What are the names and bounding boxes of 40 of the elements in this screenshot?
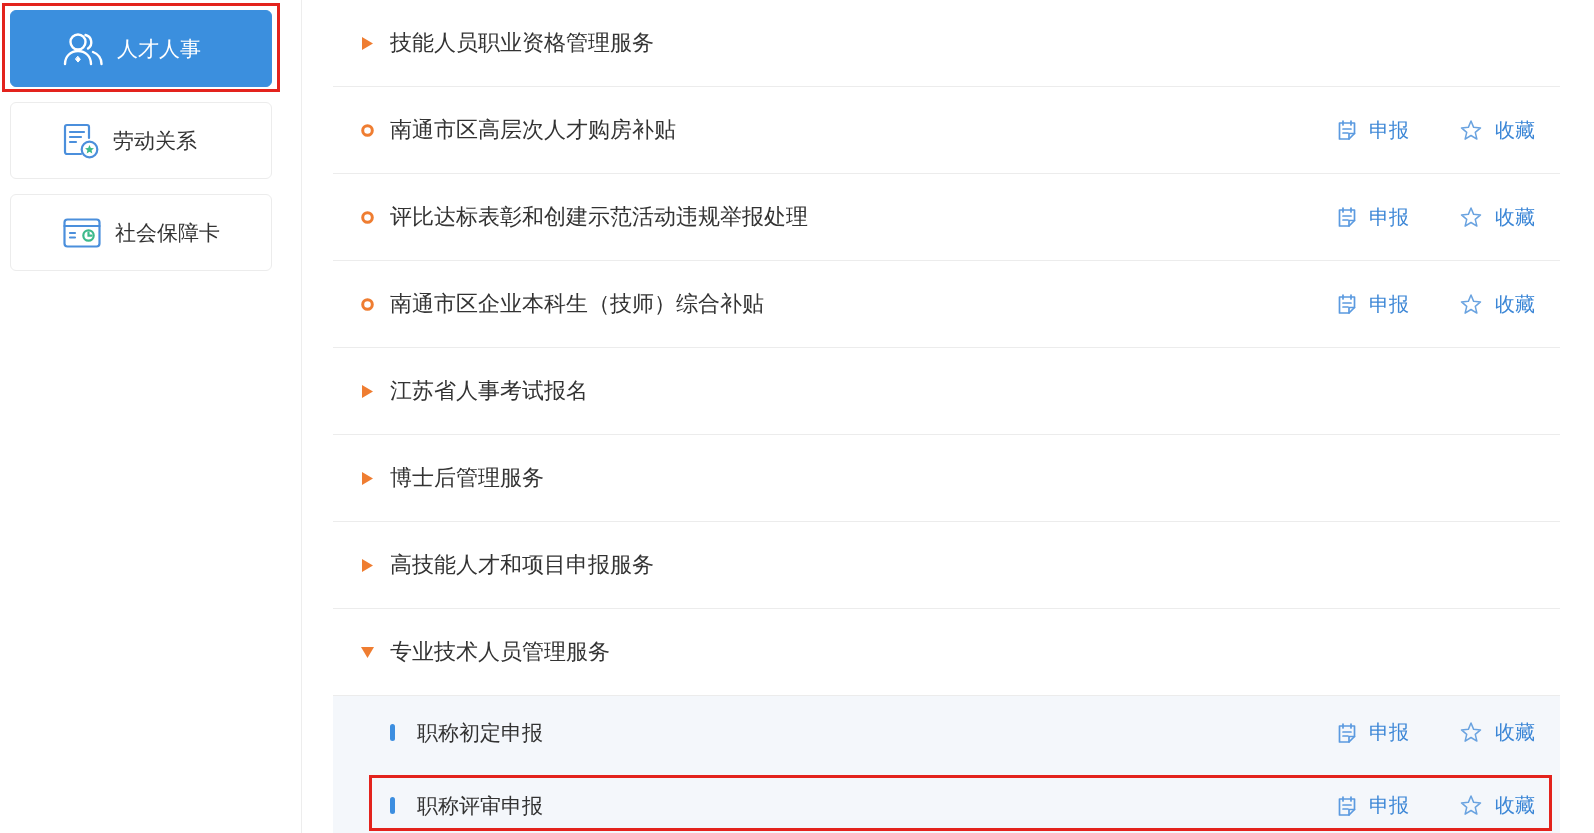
star-icon xyxy=(1460,293,1482,315)
notepad-icon xyxy=(1338,207,1356,227)
favorite-button[interactable]: 收藏 xyxy=(1460,203,1535,231)
ring-icon xyxy=(361,123,374,137)
apply-button[interactable]: 申报 xyxy=(1338,116,1409,144)
service-title[interactable]: 江苏省人事考试报名 xyxy=(390,376,588,406)
people-icon xyxy=(63,31,103,66)
apply-button[interactable]: 申报 xyxy=(1338,719,1409,746)
ring-icon xyxy=(361,297,374,311)
service-title[interactable]: 博士后管理服务 xyxy=(390,463,544,493)
favorite-button[interactable]: 收藏 xyxy=(1460,719,1535,746)
document-star-icon xyxy=(63,122,99,159)
apply-button[interactable]: 申报 xyxy=(1338,203,1409,231)
service-title[interactable]: 技能人员职业资格管理服务 xyxy=(390,28,654,58)
ring-icon xyxy=(361,210,374,224)
service-title[interactable]: 专业技术人员管理服务 xyxy=(390,637,610,667)
bar-marker-icon xyxy=(390,797,395,814)
star-icon xyxy=(1460,206,1482,228)
service-title[interactable]: 南通市区高层次人才购房补贴 xyxy=(390,115,676,145)
apply-button[interactable]: 申报 xyxy=(1338,290,1409,318)
category-tab[interactable]: 劳动关系 xyxy=(10,102,272,179)
star-icon xyxy=(1460,722,1482,743)
notepad-icon xyxy=(1338,120,1356,140)
category-tab[interactable]: 社会保障卡 xyxy=(10,194,272,271)
notepad-icon xyxy=(1338,722,1356,743)
sub-service-title[interactable]: 职称初定申报 xyxy=(417,718,543,747)
favorite-button[interactable]: 收藏 xyxy=(1460,792,1535,819)
favorite-button[interactable]: 收藏 xyxy=(1460,290,1535,318)
sub-service-title[interactable]: 职称评审申报 xyxy=(417,791,543,820)
apply-button[interactable]: 申报 xyxy=(1338,792,1409,819)
favorite-button[interactable]: 收藏 xyxy=(1460,116,1535,144)
card-icon xyxy=(63,217,101,248)
service-title[interactable]: 高技能人才和项目申报服务 xyxy=(390,550,654,580)
star-icon xyxy=(1460,119,1482,141)
bar-marker-icon xyxy=(390,724,395,741)
service-title[interactable]: 评比达标表彰和创建示范活动违规举报处理 xyxy=(390,202,808,232)
star-icon xyxy=(1460,795,1482,816)
notepad-icon xyxy=(1338,294,1356,314)
notepad-icon xyxy=(1338,795,1356,816)
service-title[interactable]: 南通市区企业本科生（技师）综合补贴 xyxy=(390,289,764,319)
